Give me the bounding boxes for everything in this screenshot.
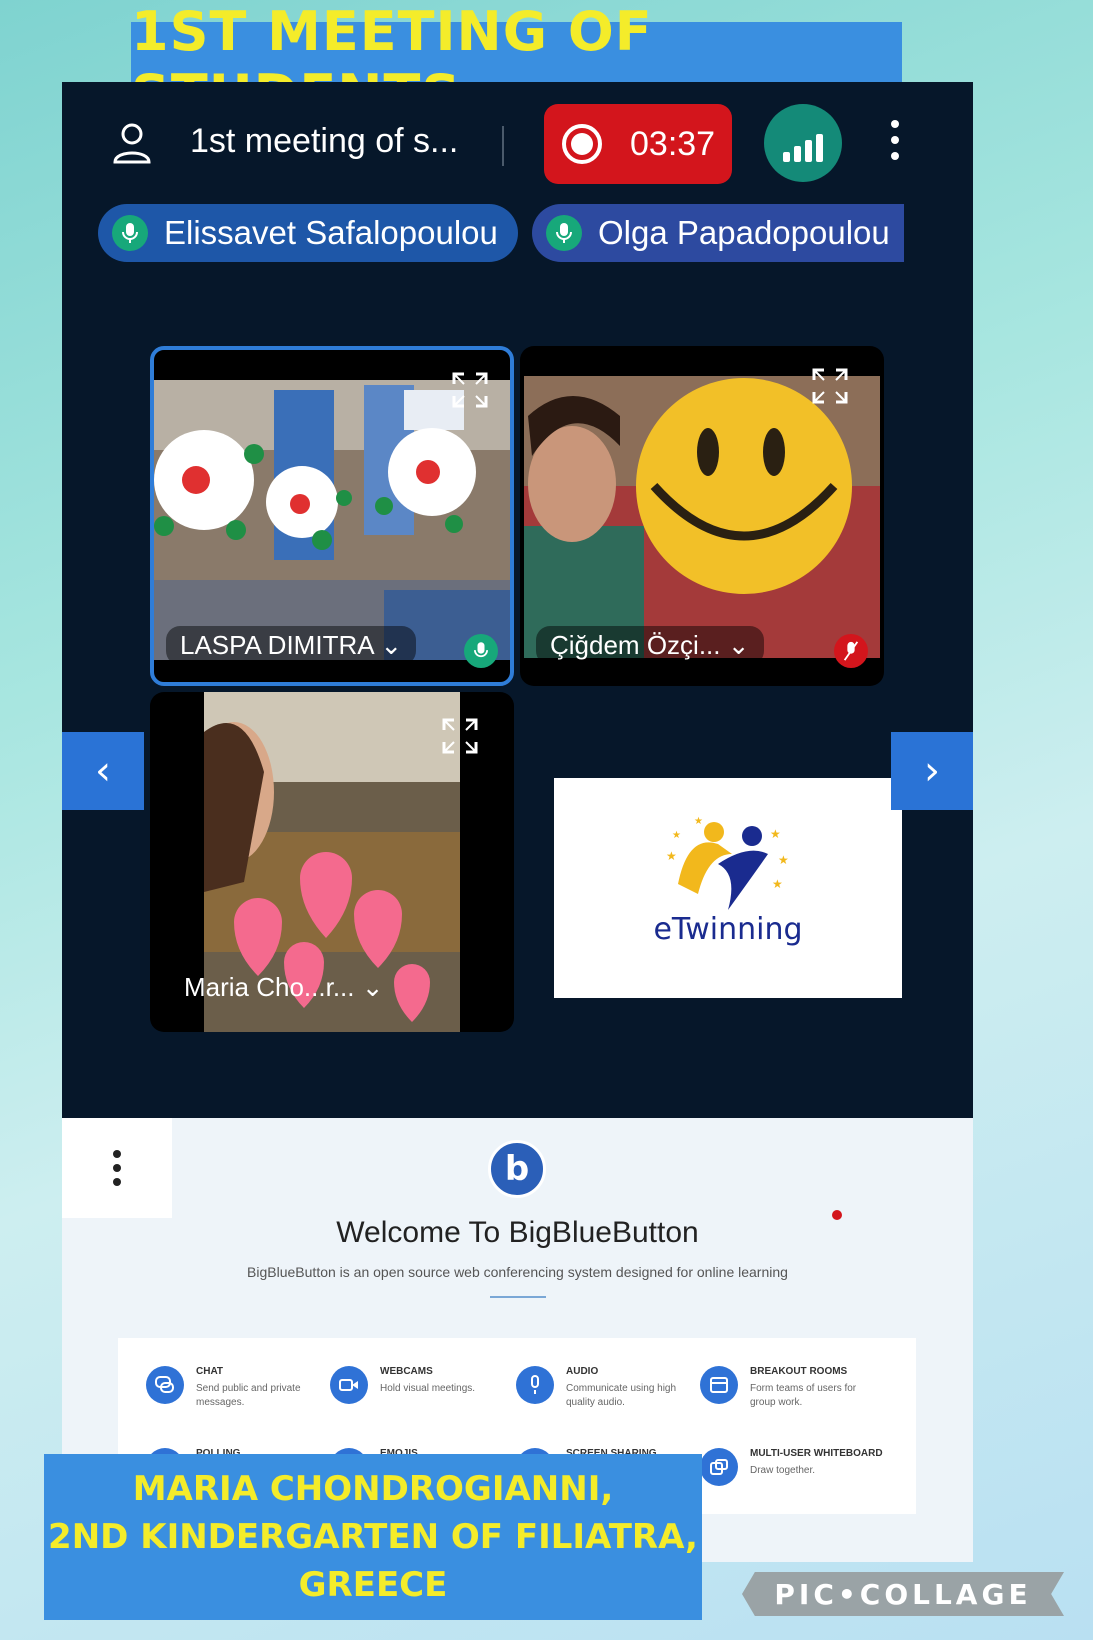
etwinning-logo-card: ★ ★ ★ ★ ★ ★ eTwinning	[554, 778, 902, 998]
microphone-icon	[464, 634, 498, 668]
microphone-icon	[546, 215, 582, 251]
etwinning-logo: ★ ★ ★ ★ ★ ★	[666, 816, 789, 910]
microphone-icon	[516, 1366, 554, 1404]
fullscreen-icon[interactable]	[440, 716, 480, 756]
record-icon	[562, 124, 602, 164]
divider	[490, 1296, 546, 1298]
etwinning-logo-text: eTwinning	[653, 912, 803, 947]
caption-line-1: MARIA CHONDROGIANNI,	[132, 1469, 614, 1509]
chevron-right-icon: ›	[924, 748, 940, 794]
participant-name-2[interactable]: Çiğdem Özçi... ⌄	[536, 626, 764, 665]
caption-line-2: 2ND KINDERGARTEN OF FILIATRA,	[48, 1517, 698, 1557]
next-page-button[interactable]: ›	[891, 732, 973, 810]
recording-timer: 03:37	[630, 124, 716, 163]
svg-text:★: ★	[694, 816, 703, 827]
connection-status-button[interactable]	[764, 104, 842, 182]
participant-name-1[interactable]: LASPA DIMITRA ⌄	[166, 626, 417, 665]
meeting-topbar: 1st meeting of s... 03:37	[62, 82, 973, 212]
svg-text:★: ★	[672, 830, 681, 841]
svg-text:★: ★	[666, 849, 677, 863]
video-tile-2[interactable]: Çiğdem Özçi... ⌄	[520, 346, 884, 686]
connection-signal-icon	[783, 152, 790, 162]
topbar-divider	[502, 126, 504, 166]
user-icon[interactable]	[112, 122, 152, 164]
microphone-icon	[112, 215, 148, 251]
svg-text:★: ★	[770, 827, 781, 841]
recording-button[interactable]: 03:37	[544, 104, 732, 184]
webcam-video-2	[524, 376, 880, 658]
more-vertical-icon	[62, 1118, 172, 1186]
talking-indicator-2[interactable]: Olga Papadopoulou	[532, 204, 904, 262]
welcome-title: Welcome To BigBlueButton	[336, 1216, 699, 1249]
chevron-down-icon: ⌄	[354, 972, 384, 1002]
breakout-rooms-icon	[700, 1366, 738, 1404]
previous-page-button[interactable]: ‹	[62, 732, 144, 810]
video-tile-1[interactable]: LASPA DIMITRA ⌄	[150, 346, 514, 686]
welcome-subtitle: BigBlueButton is an open source web conf…	[247, 1264, 788, 1280]
video-tile-3[interactable]: Maria Cho...r... ⌄	[150, 692, 514, 1032]
svg-text:★: ★	[772, 877, 783, 891]
meeting-title: 1st meeting of s...	[190, 122, 459, 160]
webcam-video-1	[154, 380, 510, 660]
collage-caption: MARIA CHONDROGIANNI, 2ND KINDERGARTEN OF…	[44, 1454, 702, 1620]
chevron-down-icon: ⌄	[720, 630, 750, 660]
talker-name: Olga Papadopoulou	[598, 214, 890, 251]
presentation-options-button[interactable]	[62, 1118, 172, 1218]
svg-text:★: ★	[778, 853, 789, 867]
chat-icon	[146, 1366, 184, 1404]
more-vertical-icon[interactable]	[890, 120, 900, 166]
pic-collage-watermark: PIC•COLLAGE	[742, 1572, 1064, 1616]
fullscreen-icon[interactable]	[810, 366, 850, 406]
webcam-icon	[330, 1366, 368, 1404]
talker-name: Elissavet Safalopoulou	[164, 214, 498, 251]
chevron-left-icon: ‹	[95, 748, 111, 794]
bigbluebutton-app: 1st meeting of s... 03:37 Elissavet Safa…	[62, 82, 973, 1562]
bigbluebutton-logo: b	[488, 1140, 546, 1198]
participant-name-3[interactable]: Maria Cho...r... ⌄	[170, 968, 398, 1007]
caption-line-3: GREECE	[298, 1565, 448, 1605]
chevron-down-icon: ⌄	[373, 630, 403, 660]
fullscreen-icon[interactable]	[450, 370, 490, 410]
talking-indicator-1[interactable]: Elissavet Safalopoulou	[98, 204, 518, 262]
microphone-muted-icon	[834, 634, 868, 668]
whiteboard-icon	[700, 1448, 738, 1486]
